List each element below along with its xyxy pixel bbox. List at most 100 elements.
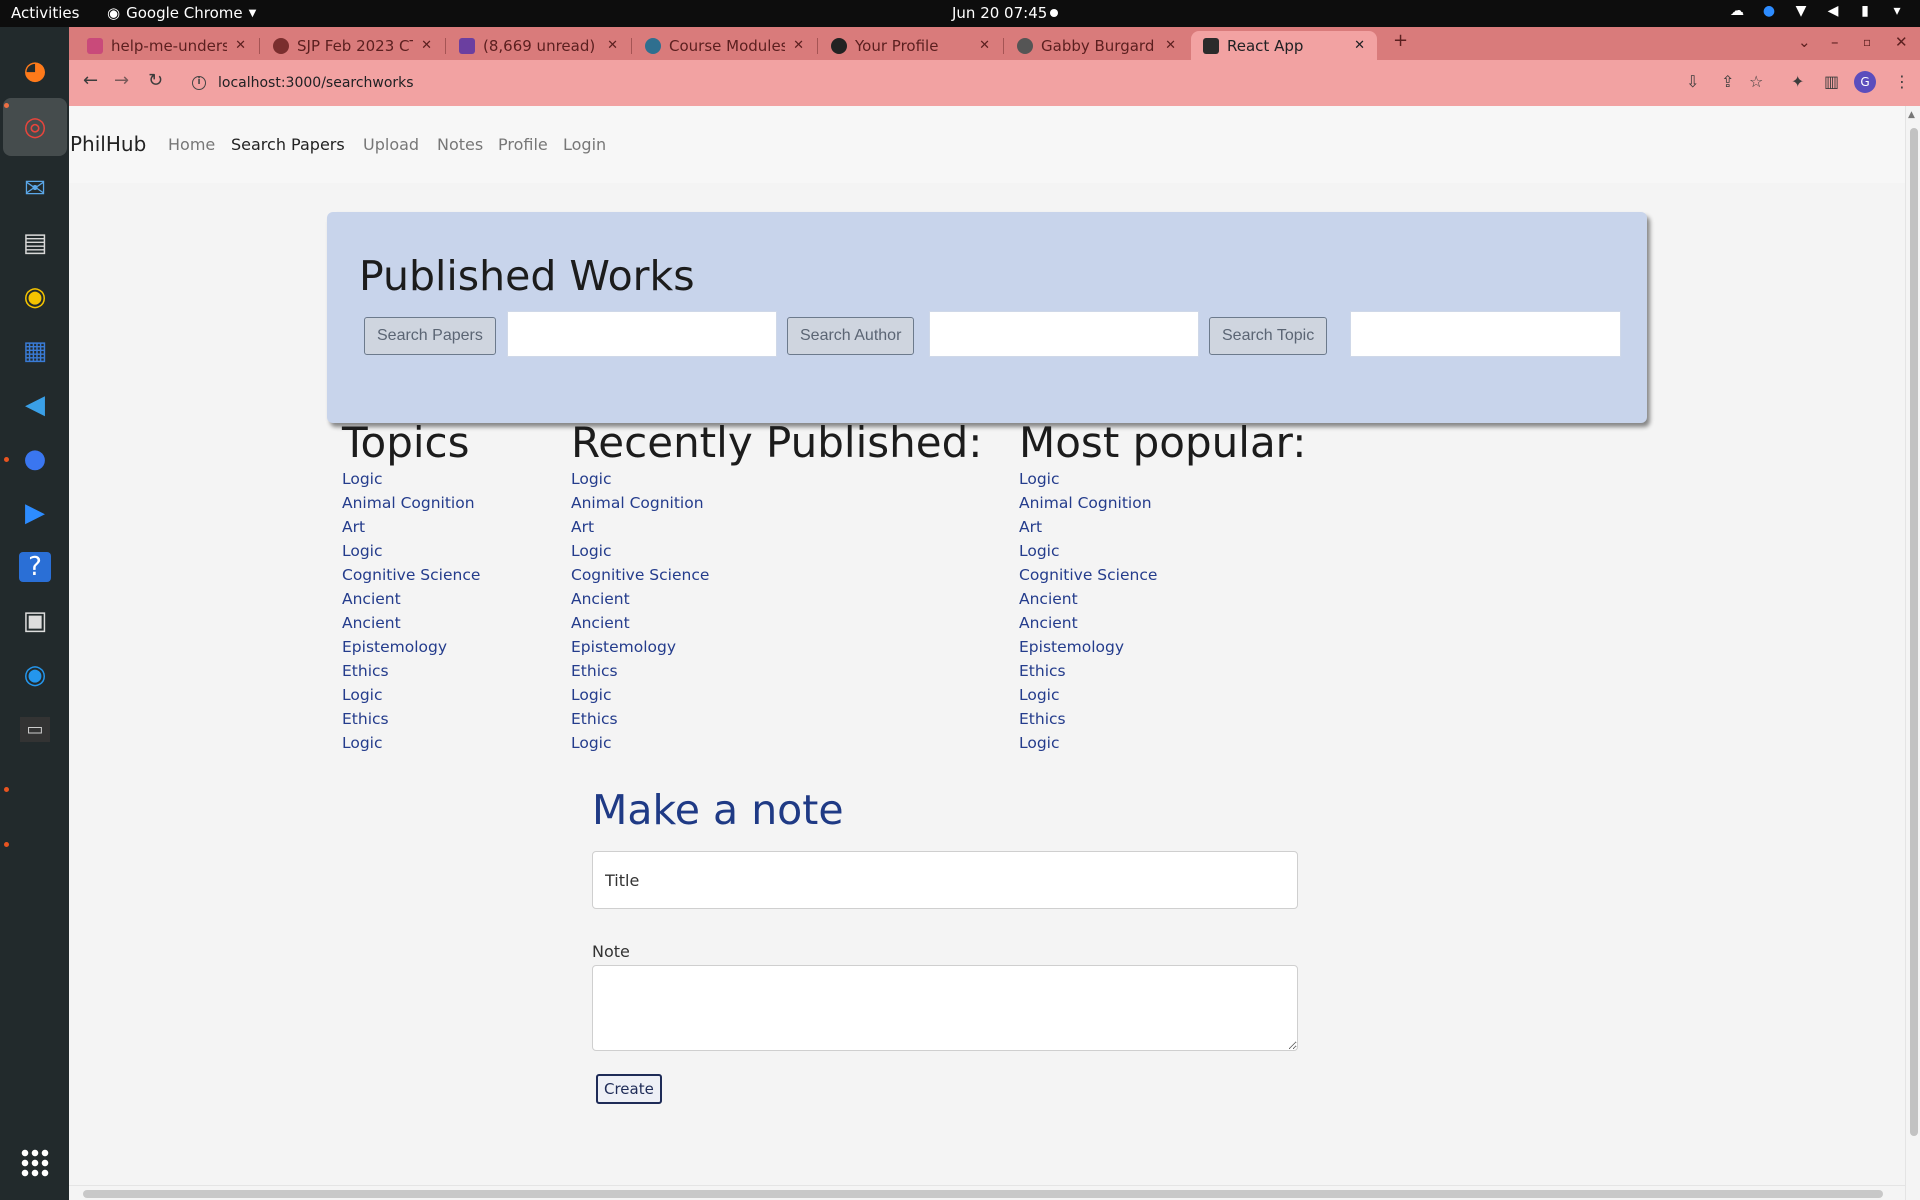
topic-link[interactable]: Ethics <box>342 708 480 732</box>
zoom-tray-icon[interactable]: ● <box>1760 3 1778 19</box>
browser-tab[interactable]: Course Modules: MGMT- ✕ <box>633 31 816 60</box>
recent-link[interactable]: Ethics <box>571 708 709 732</box>
thunderbird-icon[interactable]: ✉ <box>11 165 59 213</box>
browser-tab[interactable]: Your Profile ✕ <box>819 31 1002 60</box>
popular-link[interactable]: Ethics <box>1019 660 1157 684</box>
close-icon[interactable]: ✕ <box>793 38 804 53</box>
maximize-button[interactable]: ▫ <box>1863 35 1871 49</box>
nav-login[interactable]: Login <box>563 135 606 154</box>
popular-link[interactable]: Ethics <box>1019 708 1157 732</box>
recent-link[interactable]: Ancient <box>571 612 709 636</box>
recent-link[interactable]: Logic <box>571 684 709 708</box>
scrollbar-thumb[interactable] <box>83 1190 1883 1198</box>
docker-tray-icon[interactable]: ☁ <box>1728 3 1746 19</box>
horizontal-scrollbar[interactable] <box>69 1185 1905 1200</box>
close-icon[interactable]: ✕ <box>1354 38 1365 53</box>
close-window-button[interactable]: ✕ <box>1895 33 1908 51</box>
recent-link[interactable]: Cognitive Science <box>571 564 709 588</box>
show-applications-icon[interactable] <box>20 1148 50 1178</box>
install-app-icon[interactable]: ⇩ <box>1686 72 1699 91</box>
reload-button[interactable]: ↻ <box>148 70 163 91</box>
topic-link[interactable]: Animal Cognition <box>342 492 480 516</box>
search-author-input[interactable] <box>929 311 1199 357</box>
search-topic-input[interactable] <box>1350 311 1621 357</box>
chrome-icon[interactable]: ◎ <box>3 98 67 156</box>
topic-link[interactable]: Logic <box>342 684 480 708</box>
profile-avatar[interactable]: G <box>1854 71 1876 93</box>
browser-tab[interactable]: SJP Feb 2023 CT ✕ <box>261 31 444 60</box>
bookmark-star-icon[interactable]: ☆ <box>1749 72 1763 91</box>
zoom-icon[interactable]: ▶ <box>11 489 59 537</box>
topic-link[interactable]: Epistemology <box>342 636 480 660</box>
scrollbar-thumb[interactable] <box>1910 128 1918 1136</box>
nav-home[interactable]: Home <box>168 135 215 154</box>
popular-link[interactable]: Ancient <box>1019 612 1157 636</box>
tab-search-chevron-icon[interactable]: ⌄ <box>1798 33 1811 51</box>
firefox-icon[interactable]: ◕ <box>11 47 59 95</box>
nav-upload[interactable]: Upload <box>363 135 419 154</box>
note-body-textarea[interactable] <box>592 965 1298 1051</box>
minimize-button[interactable]: – <box>1831 33 1839 51</box>
terminal-icon[interactable]: ▭ <box>11 705 59 753</box>
popular-link[interactable]: Logic <box>1019 732 1157 756</box>
forward-button[interactable]: → <box>114 70 129 91</box>
docker-icon[interactable]: ◉ <box>11 651 59 699</box>
writer-icon[interactable]: ▦ <box>11 327 59 375</box>
popular-link[interactable]: Logic <box>1019 684 1157 708</box>
power-menu-icon[interactable]: ▾ <box>1888 3 1906 19</box>
close-icon[interactable]: ✕ <box>235 38 246 53</box>
popular-link[interactable]: Art <box>1019 516 1157 540</box>
nav-notes[interactable]: Notes <box>437 135 483 154</box>
volume-icon[interactable]: ◀ <box>1824 3 1842 19</box>
popular-link[interactable]: Logic <box>1019 468 1157 492</box>
topic-link[interactable]: Ancient <box>342 588 480 612</box>
share-icon[interactable]: ⇪ <box>1721 72 1734 91</box>
site-info-icon[interactable]: i <box>192 76 206 90</box>
popular-link[interactable]: Ancient <box>1019 588 1157 612</box>
search-papers-button[interactable]: Search Papers <box>364 317 496 355</box>
popular-link[interactable]: Cognitive Science <box>1019 564 1157 588</box>
brand-link[interactable]: PhilHub <box>70 132 146 156</box>
popular-link[interactable]: Logic <box>1019 540 1157 564</box>
recent-link[interactable]: Ancient <box>571 588 709 612</box>
nav-profile[interactable]: Profile <box>498 135 548 154</box>
topic-link[interactable]: Logic <box>342 540 480 564</box>
system-tray[interactable]: ☁ ● ▼ ◀ ▮ ▾ <box>1728 3 1906 19</box>
recent-link[interactable]: Ethics <box>571 660 709 684</box>
close-icon[interactable]: ✕ <box>979 38 990 53</box>
wifi-icon[interactable]: ▼ <box>1792 3 1810 19</box>
close-icon[interactable]: ✕ <box>607 38 618 53</box>
recent-link[interactable]: Epistemology <box>571 636 709 660</box>
vertical-scrollbar[interactable]: ▲ <box>1905 106 1920 1200</box>
clock[interactable]: Jun 20 07:45 <box>952 4 1047 22</box>
recent-link[interactable]: Logic <box>571 540 709 564</box>
topic-link[interactable]: Art <box>342 516 480 540</box>
search-papers-input[interactable] <box>507 311 777 357</box>
popular-link[interactable]: Animal Cognition <box>1019 492 1157 516</box>
topic-link[interactable]: Logic <box>342 732 480 756</box>
vscode-icon[interactable]: ◀ <box>11 381 59 429</box>
software-updater-icon[interactable]: ▣ <box>11 597 59 645</box>
activities-button[interactable]: Activities <box>11 4 79 22</box>
topic-link[interactable]: Ethics <box>342 660 480 684</box>
close-icon[interactable]: ✕ <box>1165 38 1176 53</box>
create-note-button[interactable]: Create <box>596 1074 662 1104</box>
topic-link[interactable]: Cognitive Science <box>342 564 480 588</box>
topic-link[interactable]: Ancient <box>342 612 480 636</box>
nav-search-papers[interactable]: Search Papers <box>231 135 345 154</box>
note-title-input[interactable] <box>592 851 1298 909</box>
search-author-button[interactable]: Search Author <box>787 317 915 355</box>
back-button[interactable]: ← <box>83 70 98 91</box>
side-panel-icon[interactable]: ▥ <box>1824 72 1839 91</box>
address-bar[interactable]: i localhost:3000/searchworks <box>178 66 1728 100</box>
browser-tab[interactable]: Gabby Burgard ✕ <box>1005 31 1188 60</box>
topic-link[interactable]: Logic <box>342 468 480 492</box>
new-tab-button[interactable]: + <box>1393 30 1408 51</box>
signal-icon[interactable]: ● <box>11 435 59 483</box>
scroll-up-icon[interactable]: ▲ <box>1908 110 1915 120</box>
files-icon[interactable]: ▤ <box>11 219 59 267</box>
app-menu[interactable]: ◉ Google Chrome ▼ <box>107 4 256 22</box>
search-topic-button[interactable]: Search Topic <box>1209 317 1328 355</box>
close-icon[interactable]: ✕ <box>421 38 432 53</box>
recent-link[interactable]: Animal Cognition <box>571 492 709 516</box>
